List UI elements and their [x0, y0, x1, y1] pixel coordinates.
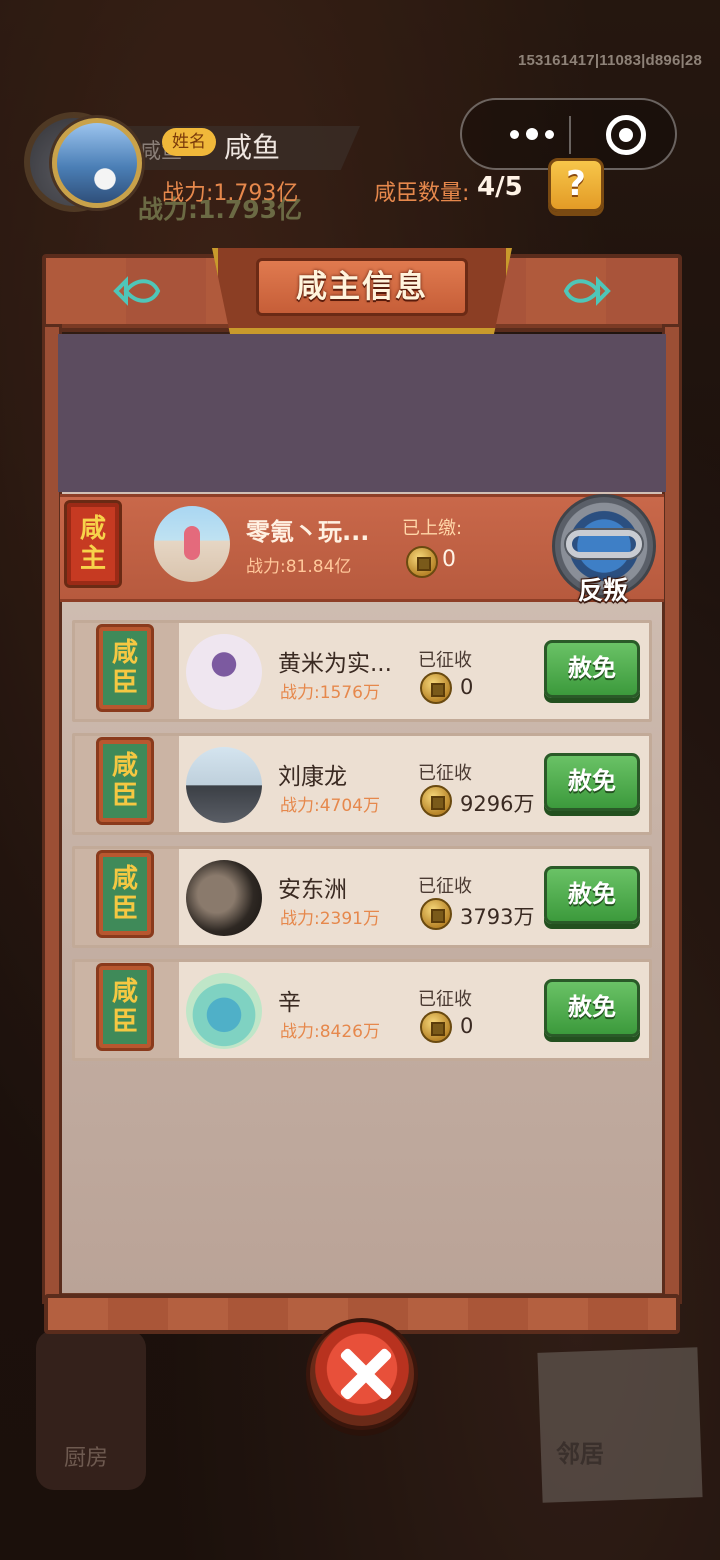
background-neighbor-label: 邻居: [556, 1440, 604, 1468]
name-tag: 姓名: [162, 128, 216, 156]
avatar: [186, 973, 262, 1049]
master-name: 零氪丶玩...: [246, 518, 370, 546]
pardon-button[interactable]: 赦免: [544, 866, 640, 924]
paid-value: 0: [442, 547, 456, 572]
minister-power: 战力:4704万: [280, 796, 380, 816]
collected-value: 0: [460, 1014, 474, 1038]
background-neighbor-icon: [537, 1347, 703, 1503]
collected-label: 已征收: [418, 876, 472, 897]
dialog-title: 咸主信息: [296, 269, 428, 305]
minister-badge: 咸臣: [96, 850, 154, 938]
lord-power: 战力:1.793亿: [162, 181, 299, 206]
background-kitchen-label: 厨房: [64, 1446, 109, 1471]
title-plate: 咸主信息: [212, 248, 512, 334]
coin-icon: [406, 546, 438, 578]
collected-label: 已征收: [418, 989, 472, 1010]
close-miniprogram-icon[interactable]: [606, 115, 646, 155]
avatar: [186, 860, 262, 936]
close-icon: [334, 1342, 398, 1406]
lord-avatar: [52, 118, 142, 208]
rebel-label: 反叛: [578, 576, 629, 605]
lord-info-section: [58, 334, 666, 492]
minister-badge: 咸臣: [96, 624, 154, 712]
minister-power: 战力:1576万: [280, 683, 380, 703]
coin-icon: [420, 672, 452, 704]
minister-name: 辛: [278, 990, 301, 1016]
collected-label: 已征收: [418, 763, 472, 784]
chain-icon: [566, 530, 642, 558]
master-avatar: [154, 506, 230, 582]
capsule-divider: [569, 116, 571, 154]
collected-label: 已征收: [418, 650, 472, 671]
coin-icon: [420, 1011, 452, 1043]
collected-value: 0: [460, 675, 474, 699]
coin-icon: [420, 898, 452, 930]
minister-power: 战力:2391万: [280, 909, 380, 929]
avatar: [186, 747, 262, 823]
minister-badge: 咸臣: [96, 963, 154, 1051]
lord-name: 咸鱼: [224, 131, 281, 164]
minister-name: 安东洲: [278, 877, 347, 903]
minister-count-value: 4/5: [477, 172, 523, 202]
master-badge: 咸主: [64, 500, 122, 588]
paid-label: 已上缴:: [402, 518, 463, 539]
debug-id: 153161417|11083|d896|28: [517, 52, 702, 69]
master-power: 战力:81.84亿: [246, 557, 352, 577]
fish-icon: [112, 276, 162, 306]
avatar: [186, 634, 262, 710]
pardon-button[interactable]: 赦免: [544, 979, 640, 1037]
minister-count-label: 咸臣数量:: [374, 181, 470, 206]
pardon-button[interactable]: 赦免: [544, 640, 640, 698]
fish-icon: [562, 276, 612, 306]
collected-value: 3793万: [460, 905, 535, 929]
minister-name: 刘康龙: [278, 764, 347, 790]
collected-value: 9296万: [460, 792, 535, 816]
help-button[interactable]: ?: [548, 158, 604, 212]
coin-icon: [420, 785, 452, 817]
close-button[interactable]: [306, 1318, 418, 1430]
pardon-button[interactable]: 赦免: [544, 753, 640, 811]
minister-power: 战力:8426万: [280, 1022, 380, 1042]
minister-badge: 咸臣: [96, 737, 154, 825]
minister-name: 黄米为实...: [278, 651, 392, 677]
